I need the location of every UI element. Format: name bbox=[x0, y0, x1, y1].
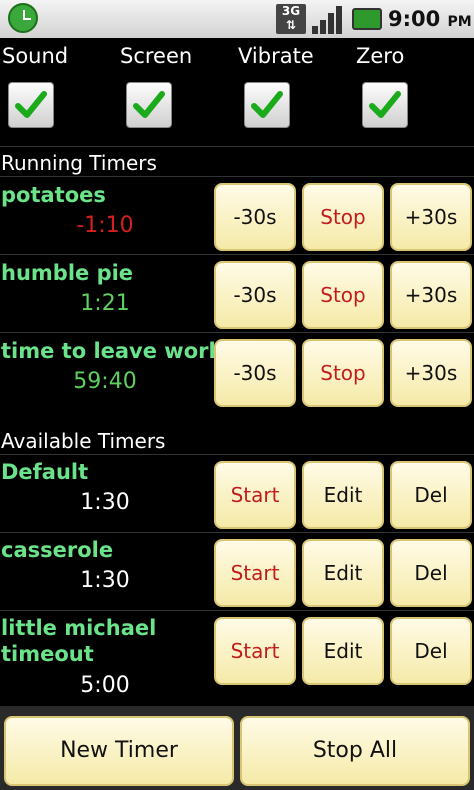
screen-checkbox[interactable] bbox=[126, 82, 172, 128]
timer-name-line2: timeout bbox=[1, 642, 94, 666]
running-timer-row: humble pie 1:21 -30s Stop +30s bbox=[0, 255, 474, 333]
plus-30s-button[interactable]: +30s bbox=[390, 261, 472, 329]
vibrate-checkbox[interactable] bbox=[244, 82, 290, 128]
stop-button[interactable]: Stop bbox=[302, 183, 384, 251]
stop-button[interactable]: Stop bbox=[302, 339, 384, 407]
timer-countdown: -1:10 bbox=[76, 213, 134, 238]
timer-name-line1: little michael bbox=[1, 616, 157, 640]
signal-strength-icon bbox=[312, 4, 344, 34]
timer-name: potatoes bbox=[1, 183, 106, 207]
zero-checkbox[interactable] bbox=[362, 82, 408, 128]
delete-button[interactable]: Del bbox=[390, 461, 472, 529]
network-3g-icon: 3G ⇅ bbox=[276, 4, 306, 34]
checkmark-icon bbox=[369, 91, 401, 118]
timer-name: little michael timeout bbox=[1, 615, 156, 667]
start-button[interactable]: Start bbox=[214, 461, 296, 529]
vibrate-label: Vibrate bbox=[238, 44, 314, 68]
available-timer-row: Default 1:30 Start Edit Del bbox=[0, 455, 474, 533]
timer-name: humble pie bbox=[1, 261, 134, 285]
timer-countdown: 59:40 bbox=[73, 369, 137, 394]
running-timers-heading: Running Timers bbox=[1, 151, 157, 175]
screen-label: Screen bbox=[120, 44, 193, 68]
available-timers-heading: Available Timers bbox=[1, 429, 166, 453]
edit-button[interactable]: Edit bbox=[302, 461, 384, 529]
available-timer-row: little michael timeout 5:00 Start Edit D… bbox=[0, 611, 474, 706]
status-ampm: PM bbox=[447, 14, 472, 30]
checkmark-icon bbox=[133, 91, 165, 118]
clock-app-icon bbox=[8, 3, 38, 33]
status-time: 9:00 bbox=[388, 7, 441, 31]
battery-charging-icon bbox=[352, 8, 382, 30]
timer-duration: 1:30 bbox=[80, 490, 130, 515]
sound-label: Sound bbox=[2, 44, 69, 68]
new-timer-button[interactable]: New Timer bbox=[4, 716, 234, 786]
minus-30s-button[interactable]: -30s bbox=[214, 339, 296, 407]
edit-button[interactable]: Edit bbox=[302, 617, 384, 685]
delete-button[interactable]: Del bbox=[390, 539, 472, 607]
timer-name: Default bbox=[1, 460, 89, 484]
running-timer-row: time to leave work 59:40 -30s Stop +30s bbox=[0, 333, 474, 411]
plus-30s-button[interactable]: +30s bbox=[390, 183, 472, 251]
timer-countdown: 1:21 bbox=[80, 291, 130, 316]
status-clock: 9:00 PM bbox=[388, 4, 472, 34]
timer-name: casserole bbox=[1, 538, 114, 562]
status-bar: 3G ⇅ 9:00 PM bbox=[0, 0, 474, 38]
checkmark-icon bbox=[251, 91, 283, 118]
start-button[interactable]: Start bbox=[214, 617, 296, 685]
bottom-action-bar: New Timer Stop All bbox=[0, 706, 474, 790]
timer-duration: 1:30 bbox=[80, 568, 130, 593]
start-button[interactable]: Start bbox=[214, 539, 296, 607]
minus-30s-button[interactable]: -30s bbox=[214, 183, 296, 251]
running-timer-row: potatoes -1:10 -30s Stop +30s bbox=[0, 177, 474, 255]
sound-checkbox[interactable] bbox=[8, 82, 54, 128]
stop-button[interactable]: Stop bbox=[302, 261, 384, 329]
timer-name: time to leave work bbox=[1, 339, 223, 363]
plus-30s-button[interactable]: +30s bbox=[390, 339, 472, 407]
timer-duration: 5:00 bbox=[80, 673, 130, 698]
divider bbox=[0, 146, 474, 147]
edit-button[interactable]: Edit bbox=[302, 539, 384, 607]
minus-30s-button[interactable]: -30s bbox=[214, 261, 296, 329]
network-type: 3G bbox=[281, 4, 301, 18]
checkmark-icon bbox=[15, 91, 47, 118]
zero-label: Zero bbox=[356, 44, 405, 68]
available-timer-row: casserole 1:30 Start Edit Del bbox=[0, 533, 474, 611]
stop-all-button[interactable]: Stop All bbox=[240, 716, 470, 786]
delete-button[interactable]: Del bbox=[390, 617, 472, 685]
